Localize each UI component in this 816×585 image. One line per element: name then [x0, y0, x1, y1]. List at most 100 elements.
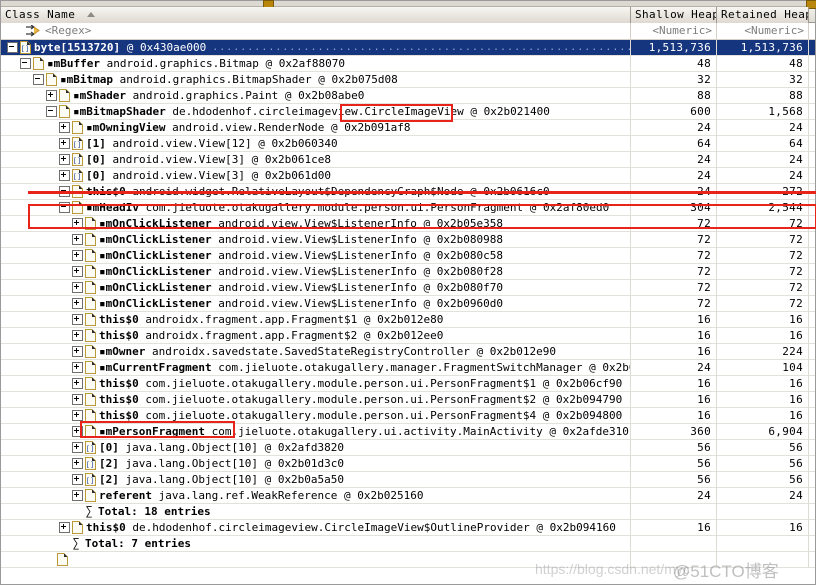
- expand-icon[interactable]: [72, 218, 83, 229]
- expand-icon[interactable]: [72, 250, 83, 261]
- expand-icon[interactable]: [72, 442, 83, 453]
- cell-class-name[interactable]: this$0 com.jieluote.otakugallery.module.…: [1, 375, 631, 392]
- collapse-icon[interactable]: [20, 58, 31, 69]
- expand-icon[interactable]: [72, 346, 83, 357]
- cell-class-name[interactable]: [] [0] java.lang.Object[10] @ 0x2afd3820: [1, 439, 631, 456]
- cell-class-name[interactable]: ▪mBuffer android.graphics.Bitmap @ 0x2af…: [1, 55, 631, 72]
- expand-icon[interactable]: [72, 426, 83, 437]
- collapse-icon[interactable]: [59, 202, 70, 213]
- table-row[interactable]: [] [2] java.lang.Object[10] @ 0x2b01d3c0 5…: [1, 455, 815, 472]
- cell-class-name[interactable]: this$0 de.hdodenhof.circleimageview.Circ…: [1, 519, 631, 536]
- expand-icon[interactable]: [59, 122, 70, 133]
- cell-class-name[interactable]: [1, 551, 631, 568]
- table-row[interactable]: ▪mBitmapShader de.hdodenhof.circleimagev…: [1, 103, 815, 120]
- table-row[interactable]: ▪mOnClickListener android.view.View$List…: [1, 295, 815, 312]
- cell-class-name[interactable]: ▪mHeadIv com.jieluote.otakugallery.modul…: [1, 199, 631, 216]
- table-row[interactable]: [1, 551, 815, 568]
- table-row[interactable]: ▪mOnClickListener android.view.View$List…: [1, 215, 815, 232]
- cell-class-name[interactable]: this$0 androidx.fragment.app.Fragment$1 …: [1, 311, 631, 328]
- table-row[interactable]: ▪mOnClickListener android.view.View$List…: [1, 231, 815, 248]
- table-row[interactable]: ▪mOwningView android.view.RenderNode @ 0…: [1, 119, 815, 136]
- expand-icon[interactable]: [72, 458, 83, 469]
- cell-class-name[interactable]: this$0 com.jieluote.otakugallery.module.…: [1, 391, 631, 408]
- table-row[interactable]: this$0 androidx.fragment.app.Fragment$1 …: [1, 311, 815, 328]
- table-row[interactable]: [] [0] java.lang.Object[10] @ 0x2afd3820 5…: [1, 439, 815, 456]
- expand-icon[interactable]: [72, 490, 83, 501]
- expand-icon[interactable]: [72, 298, 83, 309]
- filter-class-name[interactable]: <Regex>: [1, 22, 631, 40]
- expand-icon[interactable]: [72, 378, 83, 389]
- table-row[interactable]: ▪mBitmap android.graphics.BitmapShader @…: [1, 71, 815, 88]
- expand-icon[interactable]: [46, 90, 57, 101]
- expand-icon[interactable]: [72, 266, 83, 277]
- expand-icon[interactable]: [59, 522, 70, 533]
- cell-class-name[interactable]: [] [1] android.view.View[12] @ 0x2b060340: [1, 135, 631, 152]
- collapse-icon[interactable]: [7, 42, 18, 53]
- expand-icon[interactable]: [72, 330, 83, 341]
- collapse-icon[interactable]: [33, 74, 44, 85]
- table-row[interactable]: this$0 de.hdodenhof.circleimageview.Circ…: [1, 519, 815, 536]
- table-row[interactable]: ∑ Total: 18 entries: [1, 503, 815, 520]
- table-row[interactable]: ▪mOnClickListener android.view.View$List…: [1, 279, 815, 296]
- cell-class-name[interactable]: ▪mOnClickListener android.view.View$List…: [1, 247, 631, 264]
- table-row[interactable]: [] [1] android.view.View[12] @ 0x2b060340…: [1, 135, 815, 152]
- expand-icon[interactable]: [72, 314, 83, 325]
- filter-retained-heap[interactable]: <Numeric>: [717, 22, 809, 40]
- table-row[interactable]: ▪mOwner androidx.savedstate.SavedStateRe…: [1, 343, 815, 360]
- cell-class-name[interactable]: [] byte[1513720] @ 0x430ae000............…: [1, 39, 631, 56]
- table-row[interactable]: ▪mCurrentFragment com.jieluote.otakugall…: [1, 359, 815, 376]
- table-row[interactable]: ▪mHeadIv com.jieluote.otakugallery.modul…: [1, 199, 815, 216]
- collapse-icon[interactable]: [46, 106, 57, 117]
- expand-icon[interactable]: [59, 154, 70, 165]
- filter-shallow-heap[interactable]: <Numeric>: [631, 22, 717, 40]
- table-row[interactable]: ▪mOnClickListener android.view.View$List…: [1, 263, 815, 280]
- cell-class-name[interactable]: ▪mCurrentFragment com.jieluote.otakugall…: [1, 359, 631, 376]
- cell-class-name[interactable]: ∑ Total: 18 entries: [1, 503, 631, 520]
- table-row[interactable]: this$0 androidx.fragment.app.Fragment$2 …: [1, 327, 815, 344]
- cell-class-name[interactable]: this$0 com.jieluote.otakugallery.module.…: [1, 407, 631, 424]
- cell-class-name[interactable]: [] [2] java.lang.Object[10] @ 0x2b01d3c0: [1, 455, 631, 472]
- collapse-icon[interactable]: [59, 186, 70, 197]
- expand-icon[interactable]: [59, 170, 70, 181]
- table-row[interactable]: [] [0] android.view.View[3] @ 0x2b061d00 2…: [1, 167, 815, 184]
- table-row[interactable]: [] byte[1513720] @ 0x430ae000............…: [1, 39, 815, 56]
- table-row[interactable]: this$0 android.widget.RelativeLayout$Dep…: [1, 183, 815, 200]
- table-row[interactable]: [] [0] android.view.View[3] @ 0x2b061ce8 2…: [1, 151, 815, 168]
- expand-icon[interactable]: [72, 410, 83, 421]
- cell-class-name[interactable]: ▪mPersonFragment com.jieluote.otakugalle…: [1, 423, 631, 440]
- column-header-retained-heap[interactable]: Retained Heap: [717, 6, 809, 23]
- cell-class-name[interactable]: ▪mOnClickListener android.view.View$List…: [1, 231, 631, 248]
- column-header-shallow-heap[interactable]: Shallow Heap: [631, 6, 717, 23]
- cell-class-name[interactable]: ▪mShader android.graphics.Paint @ 0x2b08…: [1, 87, 631, 104]
- cell-class-name[interactable]: this$0 androidx.fragment.app.Fragment$2 …: [1, 327, 631, 344]
- expand-icon[interactable]: [72, 394, 83, 405]
- cell-class-name[interactable]: ▪mOnClickListener android.view.View$List…: [1, 279, 631, 296]
- expand-icon[interactable]: [72, 282, 83, 293]
- cell-class-name[interactable]: ▪mOnClickListener android.view.View$List…: [1, 215, 631, 232]
- table-row[interactable]: ▪mBuffer android.graphics.Bitmap @ 0x2af…: [1, 55, 815, 72]
- table-row[interactable]: ▪mPersonFragment com.jieluote.otakugalle…: [1, 423, 815, 440]
- table-row[interactable]: ▪mShader android.graphics.Paint @ 0x2b08…: [1, 87, 815, 104]
- cell-class-name[interactable]: [] [0] android.view.View[3] @ 0x2b061d00: [1, 167, 631, 184]
- cell-class-name[interactable]: ▪mOwner androidx.savedstate.SavedStateRe…: [1, 343, 631, 360]
- table-row[interactable]: this$0 com.jieluote.otakugallery.module.…: [1, 407, 815, 424]
- cell-class-name[interactable]: [] [2] java.lang.Object[10] @ 0x2b0a5a50: [1, 471, 631, 488]
- table-row[interactable]: this$0 com.jieluote.otakugallery.module.…: [1, 391, 815, 408]
- expand-icon[interactable]: [72, 362, 83, 373]
- expand-icon[interactable]: [59, 138, 70, 149]
- table-row[interactable]: ∑ Total: 7 entries: [1, 535, 815, 552]
- column-header-class-name[interactable]: Class Name: [1, 6, 631, 23]
- cell-class-name[interactable]: ∑ Total: 7 entries: [1, 535, 631, 552]
- cell-class-name[interactable]: ▪mOnClickListener android.view.View$List…: [1, 295, 631, 312]
- cell-class-name[interactable]: ▪mOnClickListener android.view.View$List…: [1, 263, 631, 280]
- cell-class-name[interactable]: ▪mOwningView android.view.RenderNode @ 0…: [1, 119, 631, 136]
- cell-class-name[interactable]: ▪mBitmap android.graphics.BitmapShader @…: [1, 71, 631, 88]
- expand-icon[interactable]: [72, 234, 83, 245]
- cell-class-name[interactable]: this$0 android.widget.RelativeLayout$Dep…: [1, 183, 631, 200]
- table-row[interactable]: [] [2] java.lang.Object[10] @ 0x2b0a5a50 5…: [1, 471, 815, 488]
- table-row[interactable]: ▪mOnClickListener android.view.View$List…: [1, 247, 815, 264]
- table-row[interactable]: referent java.lang.ref.WeakReference @ 0…: [1, 487, 815, 504]
- cell-class-name[interactable]: referent java.lang.ref.WeakReference @ 0…: [1, 487, 631, 504]
- cell-class-name[interactable]: ▪mBitmapShader de.hdodenhof.circleimagev…: [1, 103, 631, 120]
- table-row[interactable]: this$0 com.jieluote.otakugallery.module.…: [1, 375, 815, 392]
